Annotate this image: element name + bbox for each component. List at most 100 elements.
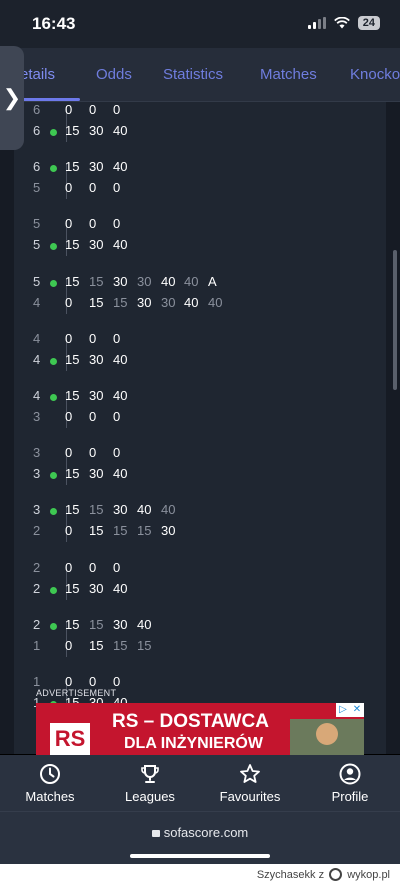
game-score: 2 [33, 616, 41, 632]
player-two-points: 5000 [14, 180, 386, 200]
nav-label-profile: Profile [331, 789, 369, 804]
point-score: 0 [113, 445, 121, 461]
status-icons: 24 [307, 16, 380, 30]
point-score: 30 [137, 294, 152, 310]
point-score: 40 [113, 351, 128, 367]
point-score: 0 [65, 409, 73, 424]
tab-odds[interactable]: Odds [96, 66, 132, 83]
point-score: 0 [113, 180, 121, 196]
player-two-points: 4 15 30 40 [14, 352, 386, 372]
player-one-points: 2000 [14, 560, 386, 580]
game-score: 5 [33, 273, 41, 289]
point-score: 0 [89, 180, 97, 196]
ad-close-icon[interactable]: ✕ [350, 703, 364, 717]
ad-choices-icon[interactable]: ▷ [336, 703, 350, 717]
player-two-points: 3 15 30 40 [14, 466, 386, 486]
player-one-points: 5 15 15 30 30 40 40 A [14, 274, 386, 294]
point-score: 15 [65, 616, 80, 632]
point-score: 40 [113, 466, 128, 482]
advertisement-banner[interactable]: RS RS – DOSTAWCA DLA INŻYNIERÓW ▷ ✕ [36, 703, 364, 755]
point-score: 0 [89, 216, 97, 232]
chevron-right-icon[interactable]: ❯ [0, 46, 24, 150]
point-score: 30 [89, 388, 104, 403]
serve-indicator-icon [50, 394, 57, 401]
point-score: 15 [89, 502, 104, 518]
point-score: 15 [65, 351, 80, 367]
point-score: 15 [89, 616, 104, 632]
point-score: 30 [89, 237, 104, 253]
point-score: 40 [113, 159, 128, 175]
game-score: 3 [33, 502, 41, 518]
player-one-points: 2 15 15 30 40 [14, 617, 386, 637]
point-score: 40 [184, 294, 199, 310]
point-score: 0 [65, 637, 73, 653]
browser-url-bar[interactable]: sofascore.com [0, 811, 400, 864]
watermark-footer: Szychasekk z wykop.pl [0, 864, 400, 885]
game-row: 5 15 15 30 30 40 40 A 4 0 15 15 30 30 40 40 [14, 274, 386, 318]
ad-logo: RS [50, 723, 90, 755]
game-score: 6 [33, 102, 41, 117]
point-score: 0 [65, 180, 73, 196]
point-score: 15 [65, 502, 80, 518]
game-score: 5 [33, 237, 41, 253]
point-score: 0 [113, 674, 121, 689]
point-score: 15 [65, 159, 80, 175]
ad-controls: ▷ ✕ [336, 703, 364, 717]
tab-knockout[interactable]: Knocko [350, 66, 400, 83]
point-score: 30 [113, 273, 128, 289]
serve-indicator-icon [50, 357, 57, 365]
point-score: 0 [113, 559, 121, 575]
tab-statistics[interactable]: Statistics [163, 66, 223, 83]
game-score: 6 [33, 159, 41, 175]
nav-matches[interactable]: Matches [20, 763, 80, 804]
tab-matches[interactable]: Matches [260, 66, 317, 83]
point-score: 15 [137, 523, 152, 539]
player-two-points: 1 0 15 15 15 [14, 638, 386, 658]
ad-headline: RS – DOSTAWCA [112, 711, 269, 732]
point-score: 15 [65, 580, 80, 596]
point-score: 0 [65, 559, 73, 575]
point-score: 40 [113, 580, 128, 596]
tab-details[interactable]: etails [20, 66, 55, 83]
nav-profile[interactable]: Profile [322, 763, 378, 804]
bottom-nav: Matches Leagues Favourites Profile [0, 755, 400, 811]
game-score: 1 [33, 637, 41, 653]
footer-source: Szychasekk [256, 869, 316, 881]
point-score: 15 [113, 294, 128, 310]
point-score: 30 [89, 580, 104, 596]
point-score: 0 [65, 330, 73, 346]
game-row: 6 15 30 40 5 0 0 0 [14, 159, 386, 203]
point-score: 15 [113, 523, 128, 539]
serve-indicator-icon [50, 129, 57, 136]
nav-label-favourites: Favourites [219, 789, 281, 804]
serve-indicator-icon [50, 243, 57, 251]
point-score: 15 [137, 637, 152, 653]
point-by-point-content[interactable]: 6 0 0 0 6 15 30 40 6 15 30 40 5 0 0 0 5 0 0 0 5 15 30 40 5 15 15 30… [0, 102, 400, 754]
point-score: 0 [89, 409, 97, 424]
game-score: 4 [33, 330, 41, 346]
game-row: 2 0 0 0 2 15 30 40 [14, 560, 386, 604]
serve-indicator-icon [50, 586, 57, 594]
scrollbar[interactable] [393, 250, 397, 390]
star-icon [240, 764, 260, 783]
game-row: 3 15 15 30 40 40 2 0 15 15 15 30 [14, 502, 386, 546]
point-score: 40 [113, 237, 128, 253]
games-panel: 6 0 0 0 6 15 30 40 6 15 30 40 5 0 0 0 5 0 0 0 5 15 30 40 5 15 15 30… [14, 102, 386, 754]
point-score: A [208, 273, 217, 289]
nav-leagues[interactable]: Leagues [120, 763, 180, 804]
player-one-points: 4000 [14, 331, 386, 351]
point-score: 15 [89, 523, 104, 539]
point-score: 40 [137, 616, 152, 632]
game-row: 4 0 0 0 4 15 30 40 [14, 331, 386, 375]
point-score: 30 [137, 273, 152, 289]
player-two-points: 4 0 15 15 30 30 40 40 [14, 295, 386, 315]
point-score: 15 [65, 123, 80, 138]
point-score: 40 [113, 388, 128, 403]
point-score: 30 [161, 294, 176, 310]
nav-favourites[interactable]: Favourites [214, 763, 286, 804]
tab-bar: etails Odds Statistics Matches Knocko [0, 48, 400, 102]
point-score: 0 [65, 674, 73, 689]
point-score: 0 [65, 102, 73, 117]
battery-icon: 24 [357, 16, 380, 30]
point-score: 0 [89, 102, 97, 117]
